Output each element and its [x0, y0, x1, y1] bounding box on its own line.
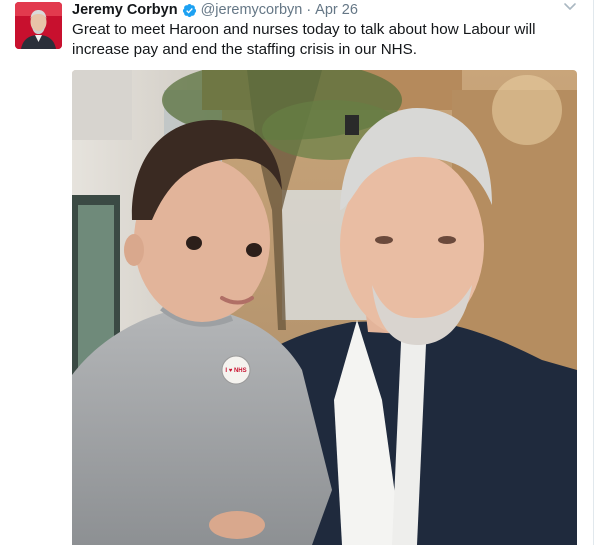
- timestamp-link[interactable]: Apr 26: [315, 1, 358, 19]
- tweet-text: Great to meet Haroon and nurses today to…: [72, 21, 536, 58]
- chevron-down-icon[interactable]: [562, 0, 578, 14]
- author-handle[interactable]: @jeremycorbyn: [201, 1, 303, 19]
- nhs-badge-text: I ♥ NHS: [225, 368, 246, 374]
- tweet-card[interactable]: Jeremy Corbyn @jeremycorbyn · Apr 26 Gre…: [0, 0, 610, 545]
- tweet-photo[interactable]: I ♥ NHS: [72, 70, 577, 545]
- photo-image: I ♥ NHS: [72, 70, 577, 545]
- avatar[interactable]: [15, 2, 62, 49]
- separator-dot: ·: [306, 2, 312, 18]
- avatar-image: [15, 2, 62, 49]
- author-name[interactable]: Jeremy Corbyn: [72, 1, 178, 19]
- timeline-border: [593, 0, 594, 545]
- verified-badge-icon: [182, 3, 197, 18]
- tweet-header: Jeremy Corbyn @jeremycorbyn · Apr 26: [72, 1, 358, 19]
